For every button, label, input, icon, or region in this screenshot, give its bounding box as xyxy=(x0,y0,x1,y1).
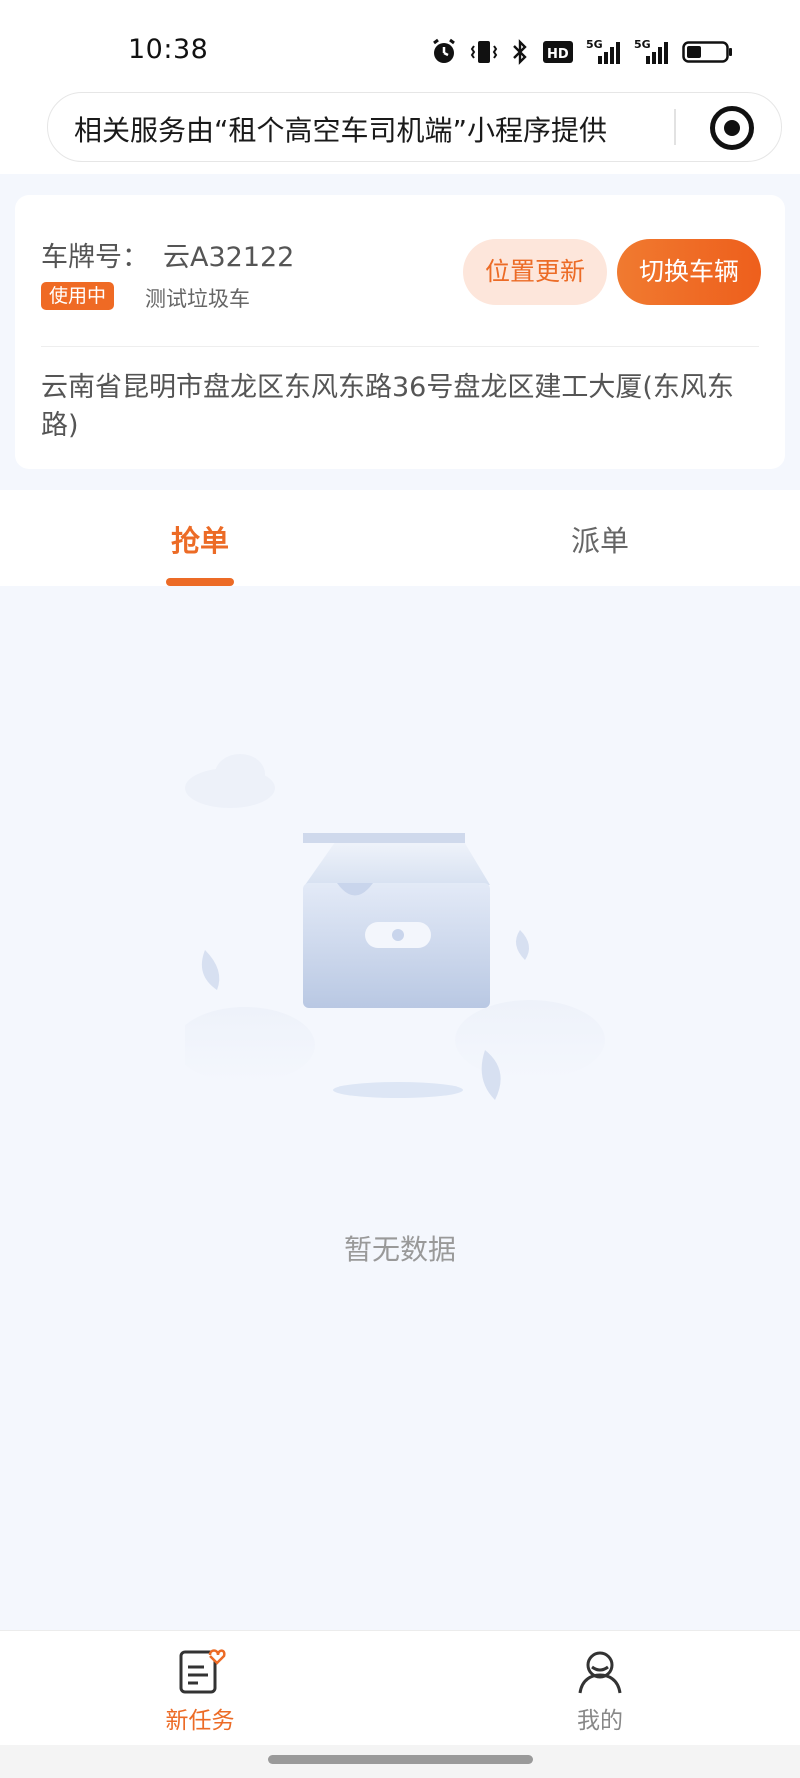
alarm-icon xyxy=(433,38,455,63)
tab-grab-order[interactable]: 抢单 xyxy=(100,518,300,560)
plate-line: 车牌号： 云A32122 xyxy=(41,235,294,274)
signal-5g-icon-2: 5G xyxy=(634,38,668,64)
bluetooth-icon xyxy=(513,39,527,65)
cloud-icon xyxy=(185,754,275,808)
target-icon[interactable] xyxy=(710,106,754,150)
notice-capsule[interactable]: 相关服务由“租个高空车司机端”小程序提供 xyxy=(47,92,782,162)
hd-icon: HD xyxy=(543,41,573,63)
notice-bar: 相关服务由“租个高空车司机端”小程序提供 xyxy=(0,92,800,174)
empty-box-illustration xyxy=(185,754,605,1100)
tab-active-indicator xyxy=(166,578,234,586)
nav-label-new-tasks: 新任务 xyxy=(165,1708,235,1734)
network-label-1: 5G xyxy=(586,38,603,51)
notice-text: 相关服务由“租个高空车司机端”小程序提供 xyxy=(74,114,608,147)
order-tabs: 抢单 派单 xyxy=(0,490,800,586)
task-list-icon xyxy=(179,1649,226,1694)
network-label-2: 5G xyxy=(634,38,651,51)
user-icon xyxy=(578,1651,622,1694)
bottom-nav: 新任务 我的 xyxy=(0,1630,800,1745)
plate-value: 云A32122 xyxy=(163,242,295,273)
nav-item-mine[interactable]: 我的 xyxy=(530,1645,670,1735)
tab-dispatch-order[interactable]: 派单 xyxy=(500,518,700,560)
nav-label-mine: 我的 xyxy=(577,1708,623,1734)
home-indicator[interactable] xyxy=(268,1755,533,1764)
status-time: 10:38 xyxy=(128,34,209,65)
card-divider xyxy=(41,346,759,347)
empty-message: 暂无数据 xyxy=(343,1233,456,1266)
status-badge: 使用中 xyxy=(41,282,115,310)
update-location-button[interactable]: 位置更新 xyxy=(463,239,607,305)
vibrate-icon xyxy=(470,41,498,63)
status-bar: 10:38 HD 5G 5G xyxy=(0,0,800,92)
vehicle-type: 测试垃圾车 xyxy=(145,287,250,311)
signal-5g-icon: 5G xyxy=(586,38,620,64)
switch-vehicle-button[interactable]: 切换车辆 xyxy=(617,239,761,305)
vehicle-card: 车牌号： 云A32122 使用中 测试垃圾车 位置更新 切换车辆 云南省昆明市盘… xyxy=(15,195,785,469)
battery-icon xyxy=(682,41,732,63)
vehicle-address: 云南省昆明市盘龙区东风东路36号盘龙区建工大厦(东风东路) xyxy=(41,372,734,441)
target-dot xyxy=(724,120,740,136)
hd-label: HD xyxy=(547,47,569,62)
nav-item-new-tasks[interactable]: 新任务 xyxy=(130,1645,270,1735)
plate-label: 车牌号： xyxy=(41,242,149,273)
status-icons: HD 5G 5G xyxy=(430,36,734,68)
notice-divider xyxy=(674,109,676,145)
